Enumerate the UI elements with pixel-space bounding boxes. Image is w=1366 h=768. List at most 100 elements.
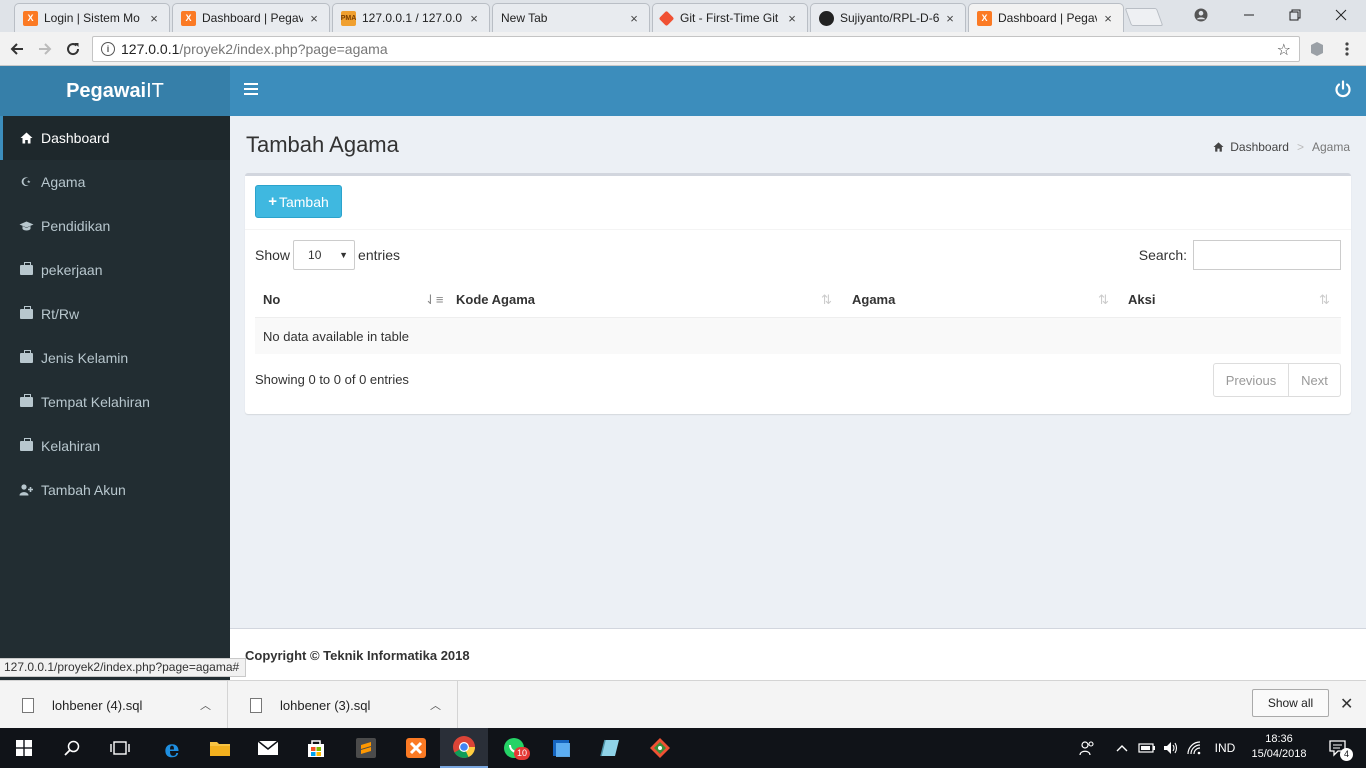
column-header-no[interactable]: No bbox=[255, 280, 440, 318]
profile-icon[interactable] bbox=[1178, 0, 1224, 30]
close-icon[interactable]: × bbox=[627, 11, 641, 26]
link-status-bubble: 127.0.0.1/proyek2/index.php?page=agama# bbox=[0, 658, 247, 677]
logo-bold-text: Pegawai bbox=[66, 79, 147, 102]
browser-tab-login[interactable]: X Login | Sistem Mo × bbox=[14, 3, 170, 32]
search-icon[interactable] bbox=[48, 728, 96, 768]
close-icon[interactable]: ✕ bbox=[1340, 694, 1353, 714]
sidebar-item-jenis-kelamin[interactable]: Jenis Kelamin bbox=[0, 336, 230, 380]
logo-light-text: IT bbox=[146, 79, 164, 102]
close-icon[interactable]: × bbox=[467, 11, 481, 26]
git-gui-icon[interactable] bbox=[636, 728, 684, 768]
sort-ascending-icon[interactable]: ⇃≡ bbox=[425, 292, 443, 308]
browser-tab-github[interactable]: Sujiyanto/RPL-D-6 × bbox=[810, 3, 966, 32]
sort-icon[interactable]: ⇅ bbox=[1098, 292, 1109, 308]
bookmark-star-icon[interactable]: ☆ bbox=[1277, 40, 1291, 60]
battery-icon[interactable] bbox=[1136, 728, 1158, 768]
box-divider bbox=[245, 229, 1351, 230]
chevron-up-icon[interactable] bbox=[1112, 728, 1132, 768]
xampp-icon[interactable] bbox=[392, 728, 440, 768]
edge-icon[interactable]: e bbox=[148, 728, 196, 768]
entries-length-control: Show 10 ▼ entries bbox=[255, 240, 400, 270]
notifications-icon[interactable]: 4 bbox=[1318, 728, 1358, 768]
app-logo[interactable]: Pegawai IT bbox=[0, 66, 230, 116]
system-clock[interactable]: 18:36 15/04/2018 bbox=[1244, 732, 1314, 762]
forward-icon[interactable] bbox=[34, 38, 56, 60]
sort-icon[interactable]: ⇅ bbox=[1319, 292, 1330, 308]
volume-icon[interactable] bbox=[1160, 728, 1182, 768]
download-item[interactable]: lohbener (4).sql ︿ bbox=[0, 681, 228, 729]
chevron-up-icon[interactable]: ︿ bbox=[200, 697, 227, 713]
browser-tab-new-tab[interactable]: New Tab × bbox=[492, 3, 650, 32]
restore-icon[interactable] bbox=[1272, 0, 1318, 30]
window-close-icon[interactable] bbox=[1318, 0, 1364, 30]
sort-icon[interactable]: ⇅ bbox=[821, 292, 832, 308]
column-header-kode-agama[interactable]: Kode Agama bbox=[448, 280, 838, 318]
phpmyadmin-icon: PMA bbox=[341, 10, 356, 26]
browser-tab-active-dashboard[interactable]: X Dashboard | Pegav × bbox=[968, 3, 1124, 32]
back-icon[interactable] bbox=[6, 38, 28, 60]
task-view-icon[interactable] bbox=[96, 728, 144, 768]
close-icon[interactable]: × bbox=[307, 11, 321, 26]
previous-button[interactable]: Previous bbox=[1213, 363, 1289, 397]
sidebar-item-dashboard[interactable]: Dashboard bbox=[0, 116, 230, 160]
browser-tab-git[interactable]: Git - First-Time Git × bbox=[652, 3, 808, 32]
site-info-icon[interactable]: i bbox=[101, 42, 115, 56]
home-icon bbox=[1213, 142, 1224, 152]
file-explorer-icon[interactable] bbox=[196, 728, 244, 768]
minimize-icon[interactable] bbox=[1226, 0, 1272, 30]
close-icon[interactable]: × bbox=[147, 11, 161, 26]
browser-tab-phpmyadmin[interactable]: PMA 127.0.0.1 / 127.0.0 × bbox=[332, 3, 490, 32]
extension-icon[interactable] bbox=[1306, 38, 1328, 60]
breadcrumb-home-link[interactable]: Dashboard bbox=[1230, 140, 1289, 154]
virtualbox-icon[interactable] bbox=[538, 728, 586, 768]
add-button[interactable]: + Tambah bbox=[255, 185, 342, 218]
sidebar-item-tambah-akun[interactable]: Tambah Akun bbox=[0, 468, 230, 512]
column-header-aksi[interactable]: Aksi bbox=[1120, 280, 1340, 318]
url-host: 127.0.0.1 bbox=[121, 41, 180, 57]
entries-select[interactable]: 10 ▼ bbox=[293, 240, 356, 270]
url-bar[interactable]: i 127.0.0.1/proyek2/index.php?page=agama… bbox=[92, 36, 1300, 62]
people-icon[interactable] bbox=[1076, 728, 1098, 768]
add-button-label: Tambah bbox=[278, 193, 329, 210]
sidebar-toggle-icon[interactable] bbox=[244, 83, 258, 99]
pagination: Previous Next bbox=[1213, 363, 1341, 397]
show-all-button[interactable]: Show all bbox=[1252, 689, 1329, 717]
new-tab-button[interactable] bbox=[1124, 8, 1164, 26]
page-title: Tambah Agama bbox=[246, 132, 399, 157]
sublime-text-icon[interactable] bbox=[342, 728, 390, 768]
chrome-icon[interactable] bbox=[440, 728, 488, 768]
search-input[interactable] bbox=[1193, 240, 1341, 270]
xampp-icon: X bbox=[181, 10, 196, 26]
sidebar-item-label: Tambah Akun bbox=[41, 482, 126, 498]
column-header-agama[interactable]: Agama bbox=[844, 280, 1114, 318]
whatsapp-icon[interactable]: 10 bbox=[490, 728, 538, 768]
length-show-label: Show bbox=[255, 247, 291, 263]
windows-start-icon[interactable] bbox=[0, 728, 48, 768]
close-icon[interactable]: × bbox=[943, 11, 957, 26]
close-icon[interactable]: × bbox=[1101, 11, 1115, 26]
browser-tab-dashboard[interactable]: X Dashboard | Pegav × bbox=[172, 3, 330, 32]
wifi-icon[interactable] bbox=[1184, 728, 1206, 768]
reload-icon[interactable] bbox=[62, 38, 84, 60]
input-language[interactable]: IND bbox=[1208, 728, 1242, 768]
download-item[interactable]: lohbener (3).sql ︿ bbox=[228, 681, 458, 729]
close-icon[interactable]: × bbox=[785, 11, 799, 26]
sidebar-item-rt-rw[interactable]: Rt/Rw bbox=[0, 292, 230, 336]
table-header: No ⇃≡ Kode Agama ⇅ Agama ⇅ Aksi ⇅ bbox=[255, 280, 1341, 318]
sidebar-item-agama[interactable]: ☪ Agama bbox=[0, 160, 230, 204]
column-label: Aksi bbox=[1128, 291, 1156, 307]
chevron-up-icon[interactable]: ︿ bbox=[430, 697, 457, 713]
sidebar-item-tempat-kelahiran[interactable]: Tempat Kelahiran bbox=[0, 380, 230, 424]
mail-icon[interactable] bbox=[244, 728, 292, 768]
power-icon[interactable] bbox=[1334, 80, 1352, 98]
store-icon[interactable] bbox=[292, 728, 340, 768]
chrome-menu-icon[interactable] bbox=[1336, 38, 1358, 60]
app-icon[interactable] bbox=[586, 728, 634, 768]
sidebar-item-pendidikan[interactable]: Pendidikan bbox=[0, 204, 230, 248]
sidebar-item-kelahiran[interactable]: Kelahiran bbox=[0, 424, 230, 468]
sidebar-item-pekerjaan[interactable]: pekerjaan bbox=[0, 248, 230, 292]
tab-label: 127.0.0.1 / 127.0.0 bbox=[362, 11, 463, 25]
browser-tab-strip: X Login | Sistem Mo × X Dashboard | Pega… bbox=[0, 0, 1366, 32]
browser-toolbar: i 127.0.0.1/proyek2/index.php?page=agama… bbox=[0, 32, 1366, 66]
next-button[interactable]: Next bbox=[1289, 363, 1341, 397]
